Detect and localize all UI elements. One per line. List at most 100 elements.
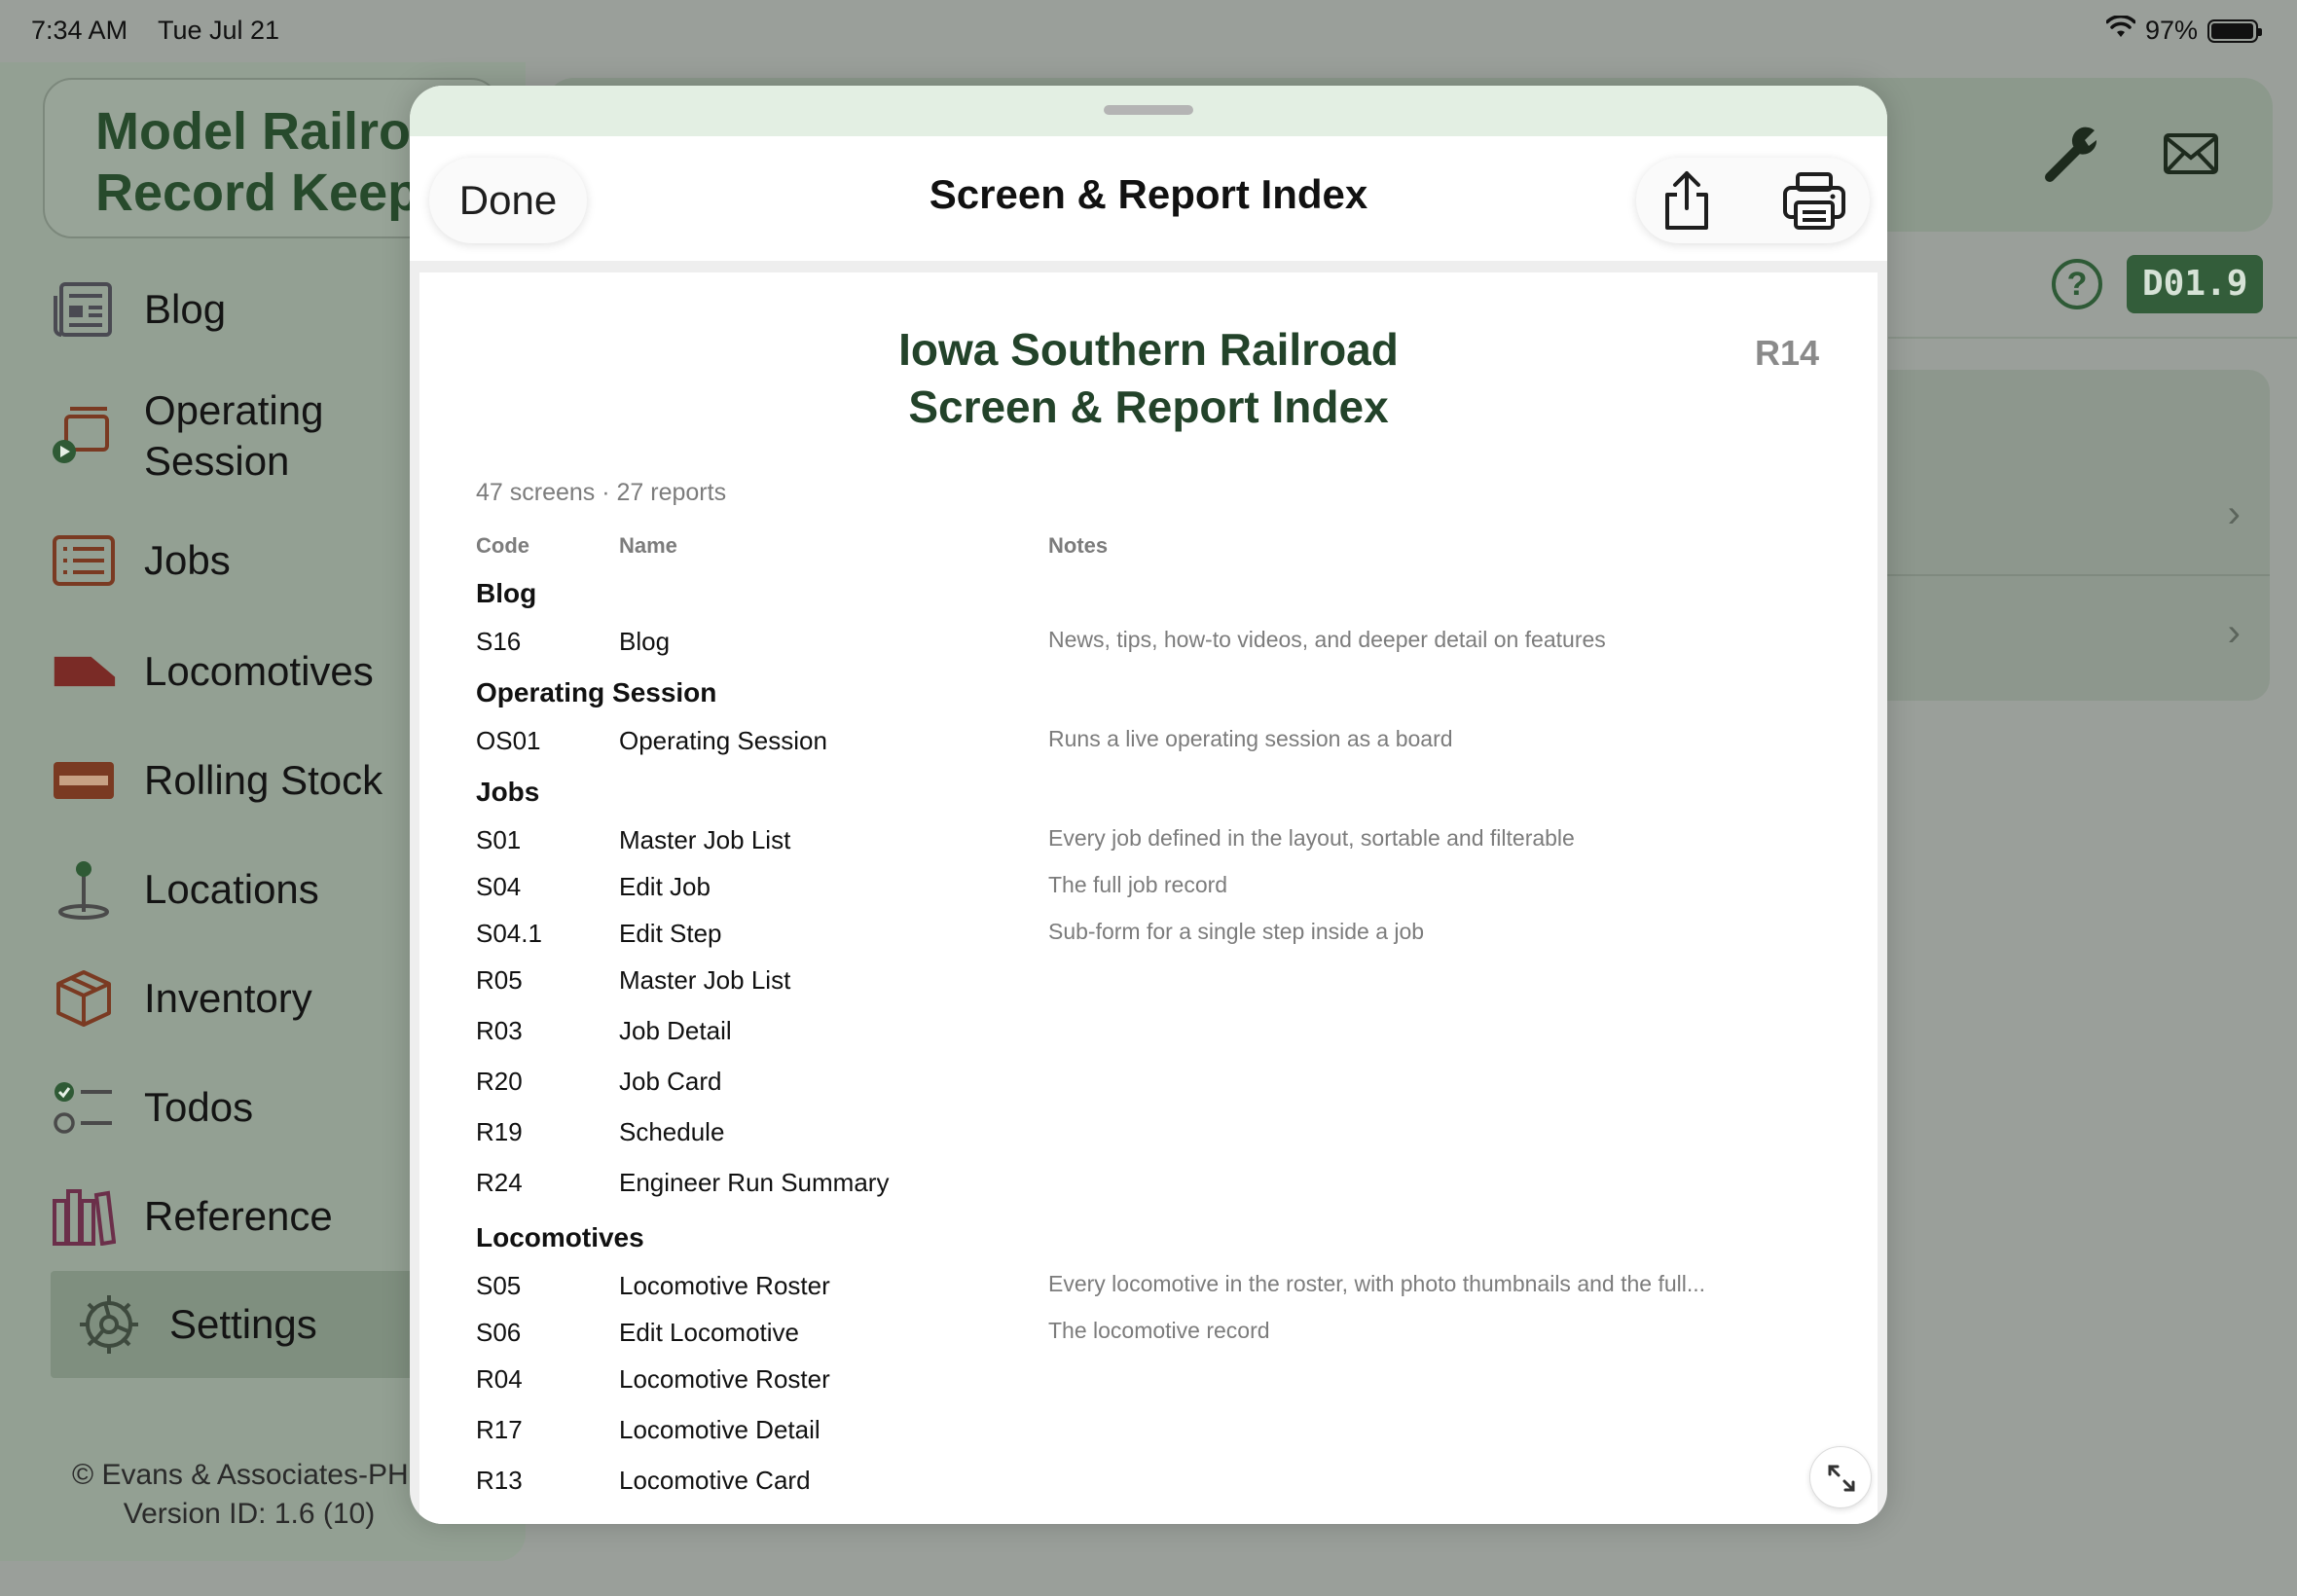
cell-name: Job Detail [619, 1016, 732, 1045]
table-row: OS01 Operating Session Runs a live operati… [476, 716, 1839, 763]
status-date: Tue Jul 21 [158, 16, 280, 45]
table-row: S04.1 Edit Step Sub-form for a single step… [476, 909, 1839, 956]
cell-name: Locomotive Roster [619, 1271, 830, 1300]
sidebar-item-label: Settings [169, 1301, 317, 1347]
app-title-line1: Model Railroad [95, 102, 473, 161]
cell-notes: Every locomotive in the roster, with pho… [1048, 1271, 1706, 1296]
gear-icon [76, 1291, 142, 1358]
battery-percent: 97% [2144, 16, 2198, 45]
sidebar-item-label: Locomotives [144, 648, 374, 694]
status-time: 7:34 AM [31, 16, 128, 45]
cell-code: R05 [476, 965, 523, 995]
table-row: R03 Job Detail [476, 1006, 1839, 1057]
map-pin-icon [51, 856, 117, 923]
cell-code: R04 [476, 1364, 523, 1394]
sidebar-footer: © Evans & Associates-PHF Version ID: 1.6… [55, 1456, 444, 1534]
section-header: Blog [476, 578, 537, 608]
rolling-stock-icon [51, 747, 117, 814]
report-sheet: Screen & Report Index Done Iowa Southern… [410, 86, 1887, 1524]
sidebar-item-label: Reference [144, 1193, 333, 1239]
list-separator [1849, 574, 2270, 576]
app-title-line2: Record Keeper [95, 163, 470, 222]
divider [1888, 337, 2297, 339]
report-rows: Blog S16 Blog News, tips, how-to videos, an… [476, 564, 1839, 1506]
sidebar-item-label: Jobs [144, 537, 231, 583]
cell-notes: The full job record [1048, 872, 1228, 897]
report-summary: 47 screens · 27 reports [476, 479, 727, 506]
settings-list: › › [1849, 370, 2270, 701]
battery-icon [2207, 18, 2262, 43]
printer-icon[interactable] [1782, 171, 1846, 235]
checklist-icon [51, 1074, 117, 1141]
sidebar-item-label: Todos [144, 1084, 254, 1130]
expand-icon [1828, 1465, 1855, 1492]
report-title: Iowa Southern Railroad Screen & Report I… [419, 321, 1878, 436]
cell-name: Locomotive Card [619, 1466, 811, 1495]
chevron-right-icon[interactable]: › [2228, 492, 2241, 536]
done-button[interactable]: Done [429, 158, 587, 243]
cell-code: S04 [476, 872, 522, 901]
sheet-grabber[interactable] [1104, 105, 1193, 115]
sheet-toolbar: Screen & Report Index Done [410, 136, 1887, 261]
table-row: S05 Locomotive Roster Every locomotive in … [476, 1261, 1839, 1308]
table-row: R04 Locomotive Roster [476, 1355, 1839, 1405]
cell-code: R24 [476, 1168, 523, 1197]
cell-name: Schedule [619, 1117, 725, 1146]
expand-button[interactable] [1809, 1446, 1872, 1508]
cell-name: Operating Session [619, 726, 827, 755]
sidebar-item-label: Blog [144, 286, 227, 332]
cell-code: S04.1 [476, 919, 542, 948]
books-icon [51, 1183, 117, 1250]
cell-code: R19 [476, 1117, 523, 1146]
cell-code: OS01 [476, 726, 541, 755]
version-badge: D01.9 [2127, 255, 2264, 313]
cell-notes: News, tips, how-to videos, and deeper de… [1048, 627, 1606, 652]
sidebar-item-settings[interactable]: Settings [51, 1271, 459, 1378]
version-text: Version ID: 1.6 (10) [123, 1498, 376, 1530]
cell-notes: Every job defined in the layout, sortabl… [1048, 825, 1575, 851]
cell-name: Job Card [619, 1067, 722, 1096]
cell-code: R20 [476, 1067, 523, 1096]
table-row: R19 Schedule [476, 1107, 1839, 1158]
report-title-line2: Screen & Report Index [908, 381, 1389, 432]
table-row: S04 Edit Job The full job record [476, 862, 1839, 909]
cell-name: Edit Locomotive [619, 1318, 799, 1347]
wrench-icon[interactable] [2044, 125, 2102, 188]
help-icon[interactable]: ? [2052, 259, 2102, 309]
section-header: Locomotives [476, 1222, 644, 1252]
table-row: S01 Master Job List Every job defined in t… [476, 816, 1839, 862]
cell-code: S16 [476, 627, 522, 656]
cell-name: Locomotive Roster [619, 1364, 830, 1394]
cell-code: R03 [476, 1016, 523, 1045]
cell-name: Master Job List [619, 965, 791, 995]
list-icon [51, 527, 117, 594]
table-row: R13 Locomotive Card [476, 1456, 1839, 1506]
cell-code: S05 [476, 1271, 522, 1300]
table-row: R20 Job Card [476, 1057, 1839, 1107]
column-header-name: Name [619, 533, 677, 558]
report-code: R14 [1754, 333, 1819, 373]
report-title-line1: Iowa Southern Railroad [898, 324, 1399, 375]
mail-icon[interactable] [2163, 132, 2219, 180]
cell-notes: Sub-form for a single step inside a job [1048, 919, 1425, 944]
cell-name: Engineer Run Summary [619, 1168, 890, 1197]
cell-code: S01 [476, 825, 522, 854]
cell-name: Blog [619, 627, 671, 656]
wifi-icon [2105, 15, 2136, 46]
share-icon[interactable] [1659, 169, 1714, 236]
table-row: S06 Edit Locomotive The locomotive record [476, 1308, 1839, 1355]
cell-name: Edit Step [619, 919, 722, 948]
section-header: Jobs [476, 777, 540, 807]
column-header-notes: Notes [1048, 533, 1109, 558]
status-bar: 7:34 AM Tue Jul 21 97% [0, 0, 2297, 62]
chevron-right-icon[interactable]: › [2228, 611, 2241, 655]
table-row: R05 Master Job List [476, 956, 1839, 1006]
cell-code: R13 [476, 1466, 523, 1495]
locomotive-icon [51, 638, 117, 705]
section-header: Operating Session [476, 677, 717, 707]
cell-code: S06 [476, 1318, 522, 1347]
box-icon [51, 965, 117, 1032]
cell-code: R17 [476, 1415, 523, 1444]
table-row: R24 Engineer Run Summary [476, 1158, 1839, 1209]
status-indicators: 97% [2105, 15, 2262, 46]
